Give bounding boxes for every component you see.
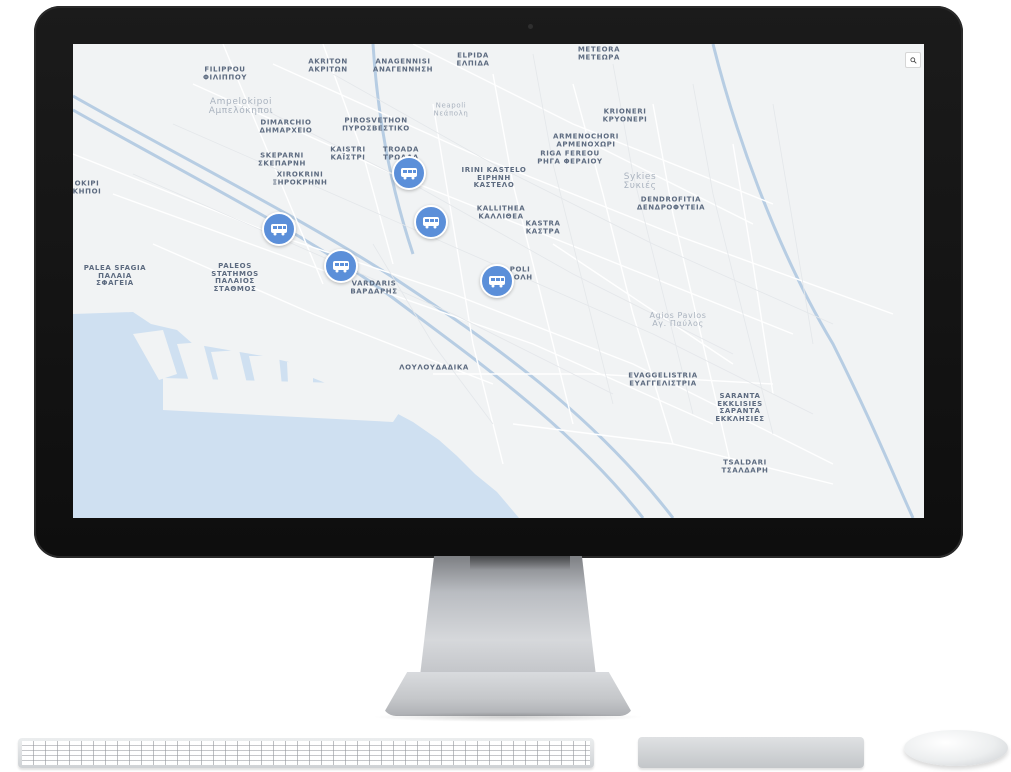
keyboard[interactable]: [18, 738, 594, 768]
bus-stop-1[interactable]: [392, 156, 426, 190]
bus-icon: [489, 276, 505, 288]
bus-stop-2[interactable]: [414, 205, 448, 239]
label-dimarchio: DIMARCHIO ΔΗΜΑΡΧΕΙΟ: [259, 118, 313, 134]
label-akriton: AKRITON ΑΚΡΙΤΩΝ: [308, 57, 348, 73]
label-dendrofytia: DENDROFITIA ΔΕΝΔΡΟΦΥΤΕΙΑ: [636, 195, 706, 211]
label-meteora: METEORA ΜΕΤΕΩΡΑ: [577, 45, 621, 61]
label-okipi: OKIPI ΚΗΠΟΙ: [73, 179, 102, 195]
label-filippou: FILIPPOU ΦΙΛΙΠΠΟΥ: [202, 65, 248, 81]
label-pirosvestiko: PIROSVETHON ΠΥΡΟΣΒΕΣΤΙΚΟ: [342, 116, 410, 132]
foot-shadow: [372, 712, 644, 722]
label-tsaldari: TSALDARI ΤΣΑΛΔΑΡΗ: [721, 458, 769, 474]
label-elpida: ELPIDA ΕΛΠΙΔΑ: [456, 51, 490, 67]
label-skepasti: SKEPARNI ΣΚΕΠΑΡΝΗ: [258, 151, 306, 167]
bus-stop-3[interactable]: [262, 212, 296, 246]
label-kastra: KASTRA ΚΑΣΤΡΑ: [525, 219, 561, 235]
label-paleos-stathmos: PALEOS STATHMOS ΠΑΛΑΙΟΣ ΣΤΑΘΜΟΣ: [211, 262, 259, 293]
label-anagennisi: ANAGENNISI ΑΝΑΓΕΝΝΗΣΗ: [372, 57, 434, 73]
label-vardaris: VARDARIS ΒΑΡΔΑΡΗΣ: [350, 279, 398, 295]
bus-icon: [401, 168, 417, 180]
label-sykies: Sykies Συκιές: [623, 172, 657, 191]
map-screen[interactable]: FILIPPOU ΦΙΛΙΠΠΟΥ AKRITON ΑΚΡΙΤΩΝ ANAGEN…: [73, 44, 924, 518]
mouse[interactable]: [904, 730, 1008, 766]
label-kriokeri: KRIONERI ΚΡΥΟΝΕΡΙ: [602, 107, 648, 123]
monitor-stand-foot: [382, 672, 634, 716]
label-riga-fereou: RIGA FEREOU ΡΗΓΑ ΦΕΡΑΙΟΥ: [537, 149, 603, 165]
map-search-button[interactable]: [905, 52, 921, 68]
label-armenochori: ARMENOCHORI ΑΡΜΕΝΟΧΩΡΙ: [553, 132, 619, 148]
label-kallithea: KALLITHEA ΚΑΛΛΙΘΕΑ: [476, 204, 526, 220]
bus-stop-4[interactable]: [324, 249, 358, 283]
label-irini-kastelo: IRINI KASTELO ΕΙΡΗΝΗ ΚΑΣΤΕΛΟ: [461, 165, 527, 189]
label-ladadika: ΛΟΥΛΟΥΔΑΔΙΚΑ: [399, 363, 469, 372]
label-agios-pavlos: Agios Pavlos Αγ. Παύλος: [649, 311, 707, 328]
label-kaistri: KAISTRI ΚΑΪΣΤΡΙ: [330, 145, 366, 161]
camera-icon: [528, 24, 533, 29]
trackpad[interactable]: [638, 737, 864, 768]
bus-icon: [271, 224, 287, 236]
bus-stop-5[interactable]: [480, 264, 514, 298]
bus-icon: [333, 261, 349, 273]
label-xirokrini: XIROKRINI ΞΗΡΟΚΡΗΝΗ: [272, 170, 328, 186]
label-palea-sfageia: PALEA SFAGIA ΠΑΛΑΙΑ ΣΦΑΓΕΙΑ: [83, 263, 147, 287]
label-evaggelistria: EVAGGELISTRIA ΕΥΑΓΓΕΛΙΣΤΡΙΑ: [628, 371, 698, 387]
label-ampelokipoi: Ampelokipoi Αμπελόκηποι: [208, 97, 274, 116]
keyboard-keys[interactable]: [22, 741, 590, 765]
label-saranta-ekklisies: SARANTA EKKLISIES ΣΑΡΑΝΤΑ ΕΚΚΛΗΣΙΕΣ: [715, 392, 765, 423]
bus-icon: [423, 217, 439, 229]
label-neapoli: Neapoli Νεάπολη: [433, 101, 469, 117]
search-icon: [909, 56, 917, 64]
monitor-stand-neck: [420, 556, 596, 676]
stand-shadow: [470, 556, 570, 570]
